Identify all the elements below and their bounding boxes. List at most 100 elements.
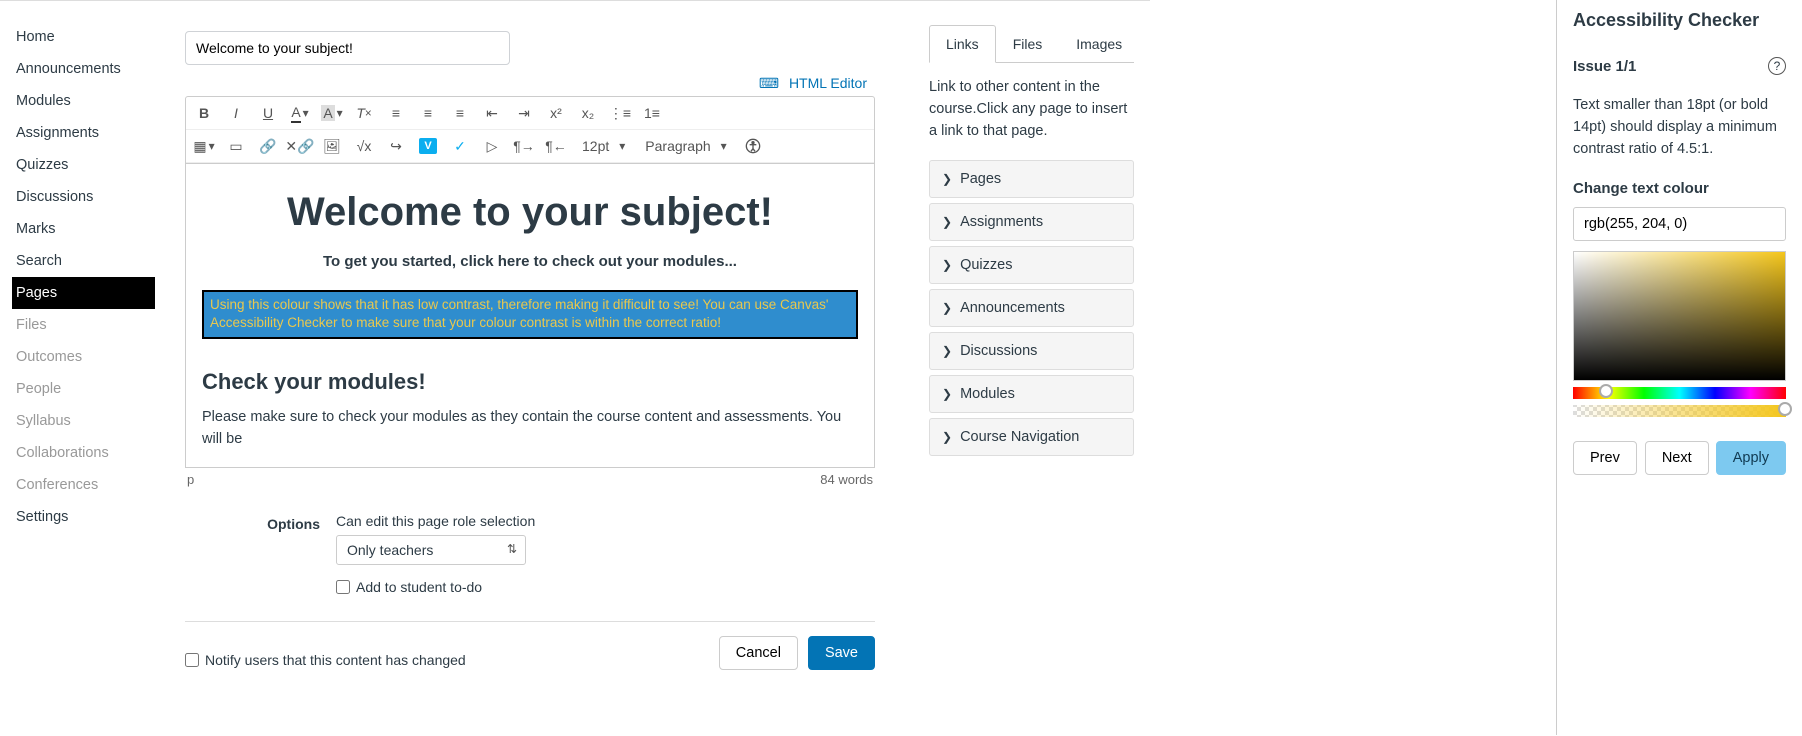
underline-button[interactable]: U: [258, 103, 278, 123]
role-select[interactable]: Only teachers: [336, 535, 526, 565]
sidebar-item-modules[interactable]: Modules: [12, 85, 155, 117]
sidebar-item-discussions[interactable]: Discussions: [12, 181, 155, 213]
cancel-button[interactable]: Cancel: [719, 636, 798, 670]
tab-links[interactable]: Links: [929, 25, 996, 63]
subscript-button[interactable]: x₂: [578, 103, 598, 123]
color-field-label: Change text colour: [1573, 180, 1786, 197]
bullet-list-button[interactable]: ⋮≡: [610, 103, 630, 123]
outdent-button[interactable]: ⇤: [482, 103, 502, 123]
accordion-modules[interactable]: ❯Modules: [929, 375, 1134, 413]
number-list-button[interactable]: 1≡: [642, 103, 662, 123]
verify-button[interactable]: ✓: [450, 136, 470, 156]
todo-checkbox[interactable]: [336, 580, 350, 594]
tab-images[interactable]: Images: [1059, 25, 1139, 63]
sidebar-item-marks[interactable]: Marks: [12, 213, 155, 245]
italic-button[interactable]: I: [226, 103, 246, 123]
course-sidebar: Home Announcements Modules Assignments Q…: [0, 1, 155, 736]
sidebar-item-announcements[interactable]: Announcements: [12, 53, 155, 85]
superscript-button[interactable]: x²: [546, 103, 566, 123]
editor-canvas[interactable]: Welcome to your subject! To get you star…: [185, 163, 875, 468]
issue-description: Text smaller than 18pt (or bold 14pt) sh…: [1573, 95, 1786, 160]
media-button[interactable]: ▭: [226, 136, 246, 156]
ltr-button[interactable]: ¶→: [514, 136, 534, 156]
content-body: Please make sure to check your modules a…: [202, 407, 858, 451]
chevron-right-icon: ❯: [942, 258, 952, 272]
accordion-assignments[interactable]: ❯Assignments: [929, 203, 1134, 241]
clear-formatting-button[interactable]: T×: [354, 103, 374, 123]
paragraph-select[interactable]: Paragraph▾: [641, 138, 730, 154]
notify-checkbox[interactable]: [185, 653, 199, 667]
save-button[interactable]: Save: [808, 636, 875, 670]
accessibility-checker-panel: Accessibility Checker Issue 1/1 ? Text s…: [1556, 0, 1802, 735]
sidebar-item-settings[interactable]: Settings: [12, 501, 155, 533]
font-size-select[interactable]: 12pt▾: [578, 138, 629, 154]
accordion-pages[interactable]: ❯Pages: [929, 160, 1134, 198]
align-left-button[interactable]: ≡: [386, 103, 406, 123]
notify-label: Notify users that this content has chang…: [205, 652, 466, 668]
accessibility-checker-button[interactable]: [743, 136, 763, 156]
sidebar-item-people[interactable]: People: [12, 373, 155, 405]
options-label: Options: [185, 513, 320, 532]
link-button[interactable]: 🔗: [258, 136, 278, 156]
accordion-quizzes[interactable]: ❯Quizzes: [929, 246, 1134, 284]
sidebar-item-files[interactable]: Files: [12, 309, 155, 341]
chevron-right-icon: ❯: [942, 215, 952, 229]
equation-button[interactable]: √x: [354, 136, 374, 156]
todo-label: Add to student to-do: [356, 579, 482, 595]
align-right-button[interactable]: ≡: [450, 103, 470, 123]
issue-count: Issue 1/1: [1573, 58, 1636, 75]
sidebar-item-outcomes[interactable]: Outcomes: [12, 341, 155, 373]
content-insert-panel: Links Files Images Link to other content…: [929, 1, 1134, 736]
a11y-title: Accessibility Checker: [1573, 10, 1786, 31]
align-center-button[interactable]: ≡: [418, 103, 438, 123]
hue-handle[interactable]: [1599, 384, 1613, 398]
help-icon[interactable]: ?: [1768, 57, 1786, 75]
video-button[interactable]: ▷: [482, 136, 502, 156]
chevron-right-icon: ❯: [942, 430, 952, 444]
chevron-right-icon: ❯: [942, 301, 952, 315]
role-select-label: Can edit this page role selection: [336, 513, 875, 529]
indent-button[interactable]: ⇥: [514, 103, 534, 123]
content-subheading: Check your modules!: [202, 369, 858, 395]
color-input[interactable]: [1573, 207, 1786, 241]
sidebar-item-pages[interactable]: Pages: [12, 277, 155, 309]
table-button[interactable]: ▦▾: [194, 136, 214, 156]
accordion-announcements[interactable]: ❯Announcements: [929, 289, 1134, 327]
accordion-discussions[interactable]: ❯Discussions: [929, 332, 1134, 370]
links-description: Link to other content in the course.Clic…: [929, 77, 1134, 142]
text-color-button[interactable]: A▾: [290, 103, 310, 123]
content-subtitle: To get you started, click here to check …: [202, 251, 858, 274]
keyboard-icon: ⌨: [759, 75, 779, 91]
sidebar-item-home[interactable]: Home: [12, 21, 155, 53]
apply-button[interactable]: Apply: [1716, 441, 1786, 475]
content-highlighted-text: Using this colour shows that it has low …: [202, 290, 858, 340]
sidebar-item-assignments[interactable]: Assignments: [12, 117, 155, 149]
html-editor-toggle[interactable]: ⌨ HTML Editor: [759, 75, 873, 91]
sidebar-item-conferences[interactable]: Conferences: [12, 469, 155, 501]
word-count: 84 words: [820, 472, 873, 487]
color-saturation-picker[interactable]: [1573, 251, 1786, 381]
sidebar-item-collaborations[interactable]: Collaborations: [12, 437, 155, 469]
chevron-right-icon: ❯: [942, 387, 952, 401]
tab-files[interactable]: Files: [996, 25, 1060, 63]
sidebar-item-quizzes[interactable]: Quizzes: [12, 149, 155, 181]
redirect-button[interactable]: ↪: [386, 136, 406, 156]
color-alpha-slider[interactable]: [1573, 405, 1786, 417]
bg-color-button[interactable]: A▾: [322, 103, 342, 123]
editor-path: p: [187, 472, 194, 487]
color-hue-slider[interactable]: [1573, 387, 1786, 399]
page-title-input[interactable]: [185, 31, 510, 65]
vimeo-button[interactable]: V: [418, 136, 438, 156]
sidebar-item-search[interactable]: Search: [12, 245, 155, 277]
prev-issue-button[interactable]: Prev: [1573, 441, 1637, 475]
sidebar-item-syllabus[interactable]: Syllabus: [12, 405, 155, 437]
chevron-right-icon: ❯: [942, 172, 952, 186]
rtl-button[interactable]: ¶←: [546, 136, 566, 156]
rich-text-toolbar: B I U A▾ A▾ T× ≡ ≡ ≡ ⇤ ⇥ x² x₂ ⋮≡ 1≡ ▦▾ …: [185, 96, 875, 163]
bold-button[interactable]: B: [194, 103, 214, 123]
unlink-button[interactable]: ✕🔗: [290, 136, 310, 156]
image-button[interactable]: 🖼: [322, 136, 342, 156]
alpha-handle[interactable]: [1778, 402, 1792, 416]
accordion-course-nav[interactable]: ❯Course Navigation: [929, 418, 1134, 456]
next-issue-button[interactable]: Next: [1645, 441, 1709, 475]
